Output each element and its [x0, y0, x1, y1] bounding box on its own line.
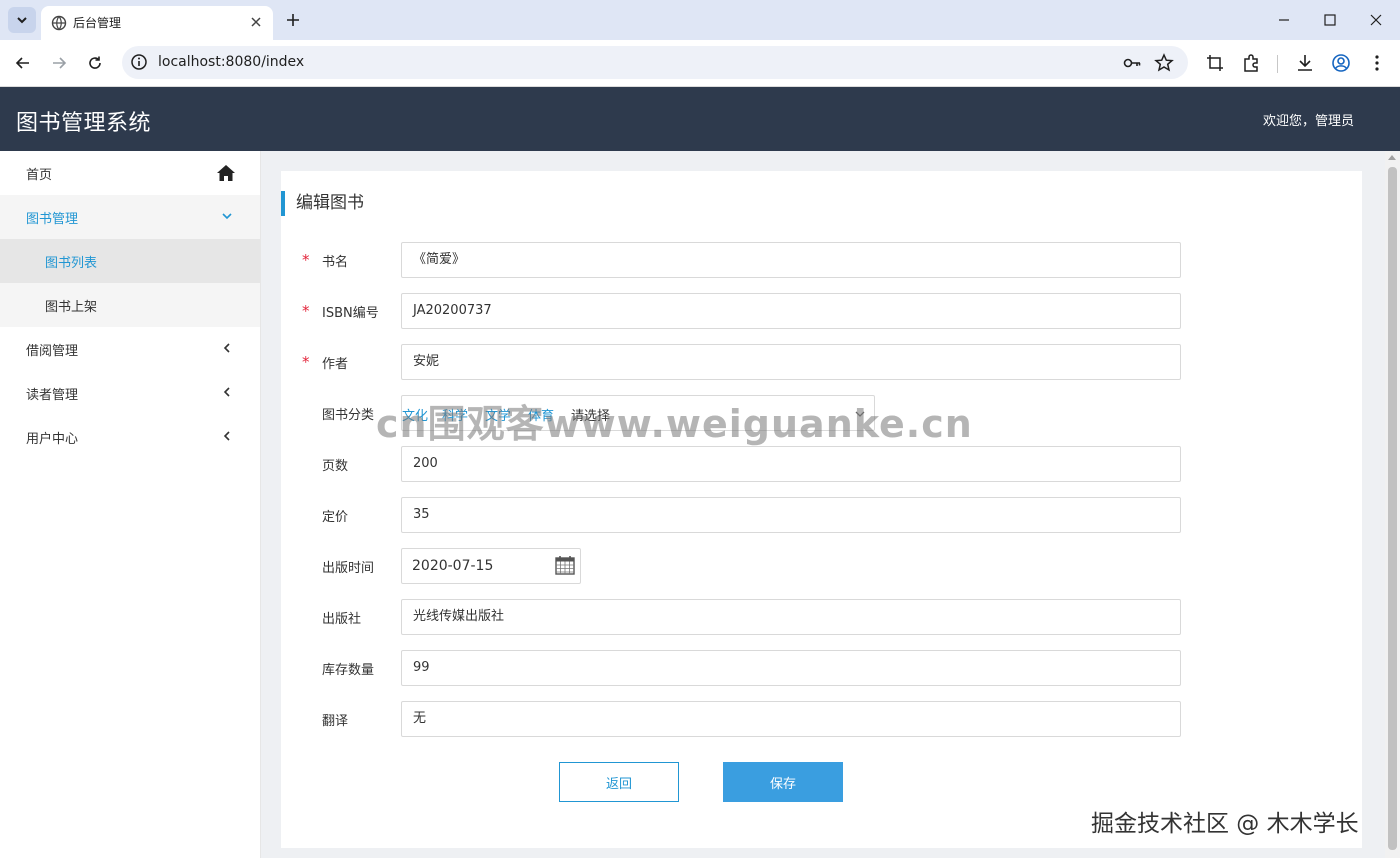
field-label: 图书分类 [322, 408, 375, 423]
field-row-translator: 翻译 无 [281, 701, 1281, 737]
back-button[interactable]: 返回 [559, 762, 679, 802]
sidebar-item-book-shelve[interactable]: 图书上架 [0, 283, 260, 327]
field-label: 库存数量 [322, 663, 375, 678]
field-row-name: * 书名 《简爱》 [281, 242, 1281, 278]
main-content: 编辑图书 * 书名 《简爱》 * ISBN编号 JA20200737 * 作者 … [261, 151, 1385, 858]
price-input[interactable]: 35 [401, 497, 1181, 533]
field-label: 定价 [322, 510, 349, 525]
close-tab-icon[interactable] [247, 13, 265, 31]
reload-icon [89, 56, 101, 69]
book-name-input[interactable]: 《简爱》 [401, 242, 1181, 278]
page-scrollbar[interactable] [1385, 151, 1400, 858]
close-window-button[interactable] [1364, 8, 1388, 32]
crop-icon[interactable] [1205, 53, 1225, 73]
field-row-stock: 库存数量 99 [281, 650, 1281, 686]
sidebar-item-borrow-management[interactable]: 借阅管理 [0, 327, 260, 371]
chevron-left-icon [223, 431, 230, 441]
sidebar-item-label: 首页 [26, 167, 53, 183]
required-mark: * [302, 251, 310, 269]
scroll-thumb[interactable] [1388, 167, 1397, 850]
sidebar-item-user-center[interactable]: 用户中心 [0, 415, 260, 459]
field-row-price: 定价 35 [281, 497, 1281, 533]
close-icon [1370, 14, 1382, 26]
arrow-right-icon [53, 57, 67, 69]
sidebar-item-label: 用户中心 [26, 431, 79, 447]
isbn-input[interactable]: JA20200737 [401, 293, 1181, 329]
author-input[interactable]: 安妮 [401, 344, 1181, 380]
calendar-icon[interactable] [554, 554, 576, 576]
app-title: 图书管理系统 [16, 111, 152, 136]
url-text: localhost:8080/index [158, 54, 305, 70]
field-label: 作者 [322, 357, 349, 372]
sidebar-item-home[interactable]: 首页 [0, 151, 260, 195]
publisher-input[interactable]: 光线传媒出版社 [401, 599, 1181, 635]
sidebar-item-book-list[interactable]: 图书列表 [0, 239, 260, 283]
sidebar: 首页 图书管理 图书列表 图书上架 借阅管理 读者管理 用户中心 [0, 151, 261, 858]
field-row-author: * 作者 安妮 [281, 344, 1281, 380]
address-bar[interactable]: localhost:8080/index [122, 46, 1188, 79]
field-label: 翻译 [322, 714, 349, 729]
maximize-button[interactable] [1318, 8, 1342, 32]
more-vert-icon[interactable] [1367, 53, 1387, 73]
field-label: 页数 [322, 459, 349, 474]
back-nav-button[interactable] [10, 50, 36, 76]
page-title: 编辑图书 [281, 191, 364, 216]
reload-button[interactable] [82, 50, 108, 76]
toolbar-divider [1277, 55, 1278, 73]
welcome-text[interactable]: 欢迎您，管理员 [1263, 110, 1354, 129]
tab-search-button[interactable] [8, 7, 36, 33]
required-mark: * [302, 302, 310, 320]
chevron-down-icon [222, 213, 232, 220]
download-icon[interactable] [1295, 53, 1315, 73]
field-label: 出版时间 [322, 561, 375, 576]
plus-icon [287, 14, 299, 26]
chevron-left-icon [223, 387, 230, 397]
site-info-icon[interactable] [130, 53, 148, 71]
sidebar-item-label: 图书管理 [26, 211, 79, 227]
field-row-publisher: 出版社 光线传媒出版社 [281, 599, 1281, 635]
required-mark: * [302, 353, 310, 371]
home-icon [217, 165, 235, 181]
minimize-icon [1279, 19, 1289, 21]
field-row-isbn: * ISBN编号 JA20200737 [281, 293, 1281, 329]
extensions-icon[interactable] [1241, 53, 1261, 73]
sidebar-item-label: 图书上架 [45, 299, 98, 315]
arrow-left-icon [15, 57, 29, 69]
watermark-corner: 掘金技术社区 @ 木木学长 [1091, 811, 1359, 837]
profile-icon[interactable] [1331, 53, 1351, 73]
watermark-center: cn围观客www.weiguanke.cn [376, 402, 973, 446]
key-icon[interactable] [1122, 53, 1142, 73]
app-header: 图书管理系统 欢迎您，管理员 [0, 87, 1400, 151]
browser-tab[interactable]: 后台管理 [41, 6, 273, 40]
field-row-pages: 页数 200 [281, 446, 1281, 482]
translator-input[interactable]: 无 [401, 701, 1181, 737]
sidebar-item-label: 读者管理 [26, 387, 79, 403]
sidebar-item-label: 图书列表 [45, 255, 98, 271]
forward-nav-button[interactable] [46, 50, 72, 76]
field-label: 出版社 [322, 612, 362, 627]
stock-input[interactable]: 99 [401, 650, 1181, 686]
field-row-publish-date: 出版时间 2020-07-15 [281, 548, 1281, 584]
scroll-up-arrow-icon[interactable] [1388, 155, 1396, 160]
field-label: 书名 [322, 255, 349, 270]
sidebar-item-label: 借阅管理 [26, 343, 79, 359]
chevron-left-icon [223, 343, 230, 353]
star-icon[interactable] [1154, 53, 1174, 73]
new-tab-button[interactable] [282, 9, 304, 31]
maximize-icon [1324, 14, 1336, 26]
browser-tabbar: 后台管理 [0, 0, 1400, 40]
browser-toolbar: localhost:8080/index [0, 40, 1400, 87]
chevron-down-icon [17, 17, 27, 24]
edit-book-card: 编辑图书 * 书名 《简爱》 * ISBN编号 JA20200737 * 作者 … [281, 171, 1362, 848]
sidebar-item-reader-management[interactable]: 读者管理 [0, 371, 260, 415]
tab-title: 后台管理 [73, 16, 122, 30]
globe-icon [51, 15, 67, 31]
pages-input[interactable]: 200 [401, 446, 1181, 482]
save-button[interactable]: 保存 [723, 762, 843, 802]
minimize-button[interactable] [1272, 8, 1296, 32]
sidebar-item-book-management[interactable]: 图书管理 [0, 195, 260, 239]
field-label: ISBN编号 [322, 306, 379, 321]
